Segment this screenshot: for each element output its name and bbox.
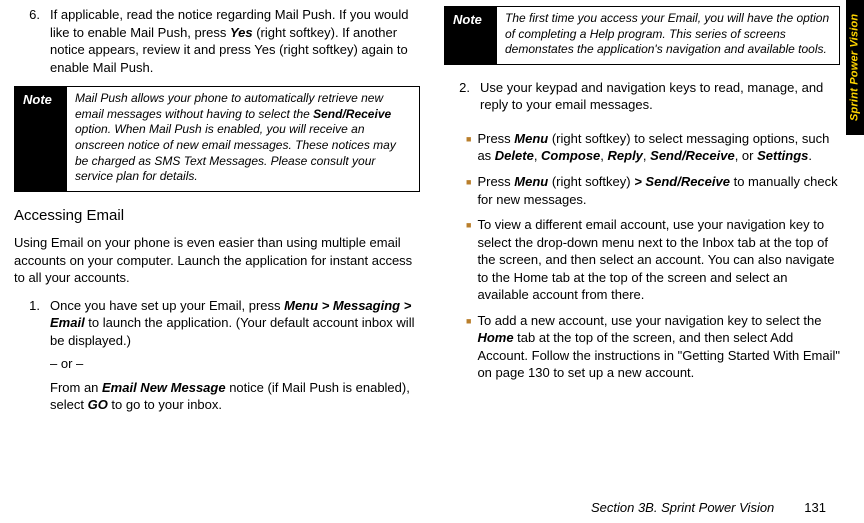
sendreceive-label: Send/Receive (313, 107, 391, 121)
menu-label: Menu (284, 298, 318, 313)
text: , or (735, 148, 757, 163)
step-1: 1. Once you have set up your Email, pres… (14, 297, 420, 414)
note-box-mailpush: Note Mail Push allows your phone to auto… (14, 86, 420, 192)
bullet-text: To add a new account, use your navigatio… (477, 312, 840, 382)
step-number: 6. (14, 6, 40, 76)
footer-section: Section 3B. Sprint Power Vision (591, 499, 774, 517)
text: , (534, 148, 541, 163)
heading-accessing-email: Accessing Email (14, 206, 420, 226)
email-label: Email (50, 315, 85, 330)
bullet-list: ■ Press Menu (right softkey) to select m… (466, 130, 840, 382)
home-label: Home (477, 330, 513, 345)
text: , (600, 148, 607, 163)
go-label: GO (88, 397, 108, 412)
text: option. When Mail Push is enabled, you w… (75, 122, 396, 183)
bullet-icon: ■ (466, 216, 471, 304)
list-item: ■ Press Menu (right softkey) to select m… (466, 130, 840, 165)
step-body: If applicable, read the notice regarding… (50, 6, 420, 76)
compose-label: Compose (541, 148, 600, 163)
reply-label: Reply (608, 148, 643, 163)
text: to go to your inbox. (108, 397, 222, 412)
text: Once you have set up your Email, press (50, 298, 284, 313)
step-number: 1. (14, 297, 40, 414)
gt: > (318, 298, 333, 313)
page-footer: Section 3B. Sprint Power Vision 131 (591, 499, 826, 517)
note-text: The first time you access your Email, yo… (497, 7, 839, 64)
step-2: 2. Use your keypad and navigation keys t… (444, 79, 840, 120)
bullet-text: Press Menu (right softkey) to select mes… (477, 130, 840, 165)
text: From an (50, 380, 102, 395)
left-column: 6. If applicable, read the notice regard… (14, 6, 420, 484)
delete-label: Delete (495, 148, 534, 163)
text: (right softkey) (548, 174, 634, 189)
step-body: Once you have set up your Email, press M… (50, 297, 420, 414)
right-column: Note The first time you access your Emai… (444, 6, 840, 484)
sendreceive-label: Send/Receive (645, 174, 730, 189)
step-body: Use your keypad and navigation keys to r… (480, 79, 840, 120)
text: To add a new account, use your navigatio… (477, 313, 821, 328)
or-separator: – or – (50, 355, 420, 373)
menu-label: Menu (514, 174, 548, 189)
bullet-text: To view a different email account, use y… (477, 216, 840, 304)
list-item: ■ To view a different email account, use… (466, 216, 840, 304)
gt: > (634, 174, 645, 189)
step-6: 6. If applicable, read the notice regard… (14, 6, 420, 76)
menu-label: Menu (514, 131, 548, 146)
note-box-firsttime: Note The first time you access your Emai… (444, 6, 840, 65)
bullet-text: Press Menu (right softkey) > Send/Receiv… (477, 173, 840, 208)
sendreceive-label: Send/Receive (650, 148, 735, 163)
text: . (808, 148, 812, 163)
text: to launch the application. (Your default… (50, 315, 414, 348)
bullet-icon: ■ (466, 130, 471, 165)
intro-paragraph: Using Email on your phone is even easier… (14, 234, 420, 287)
step-number: 2. (444, 79, 470, 120)
text: Press (477, 174, 514, 189)
note-label: Note (445, 7, 497, 64)
settings-label: Settings (757, 148, 808, 163)
list-item: ■ To add a new account, use your navigat… (466, 312, 840, 382)
yes-label: Yes (230, 25, 253, 40)
footer-page-number: 131 (804, 499, 826, 517)
email-new-message-label: Email New Message (102, 380, 226, 395)
section-tab: Sprint Power Vision (846, 0, 864, 135)
messaging-label: Messaging (333, 298, 400, 313)
note-text: Mail Push allows your phone to automatic… (67, 87, 419, 191)
step-2-intro: Use your keypad and navigation keys to r… (480, 79, 840, 114)
text: tab at the top of the screen, and then s… (477, 330, 840, 380)
bullet-icon: ■ (466, 173, 471, 208)
list-item: ■ Press Menu (right softkey) > Send/Rece… (466, 173, 840, 208)
bullet-icon: ■ (466, 312, 471, 382)
gt: > (400, 298, 411, 313)
note-label: Note (15, 87, 67, 191)
text: Press (477, 131, 514, 146)
